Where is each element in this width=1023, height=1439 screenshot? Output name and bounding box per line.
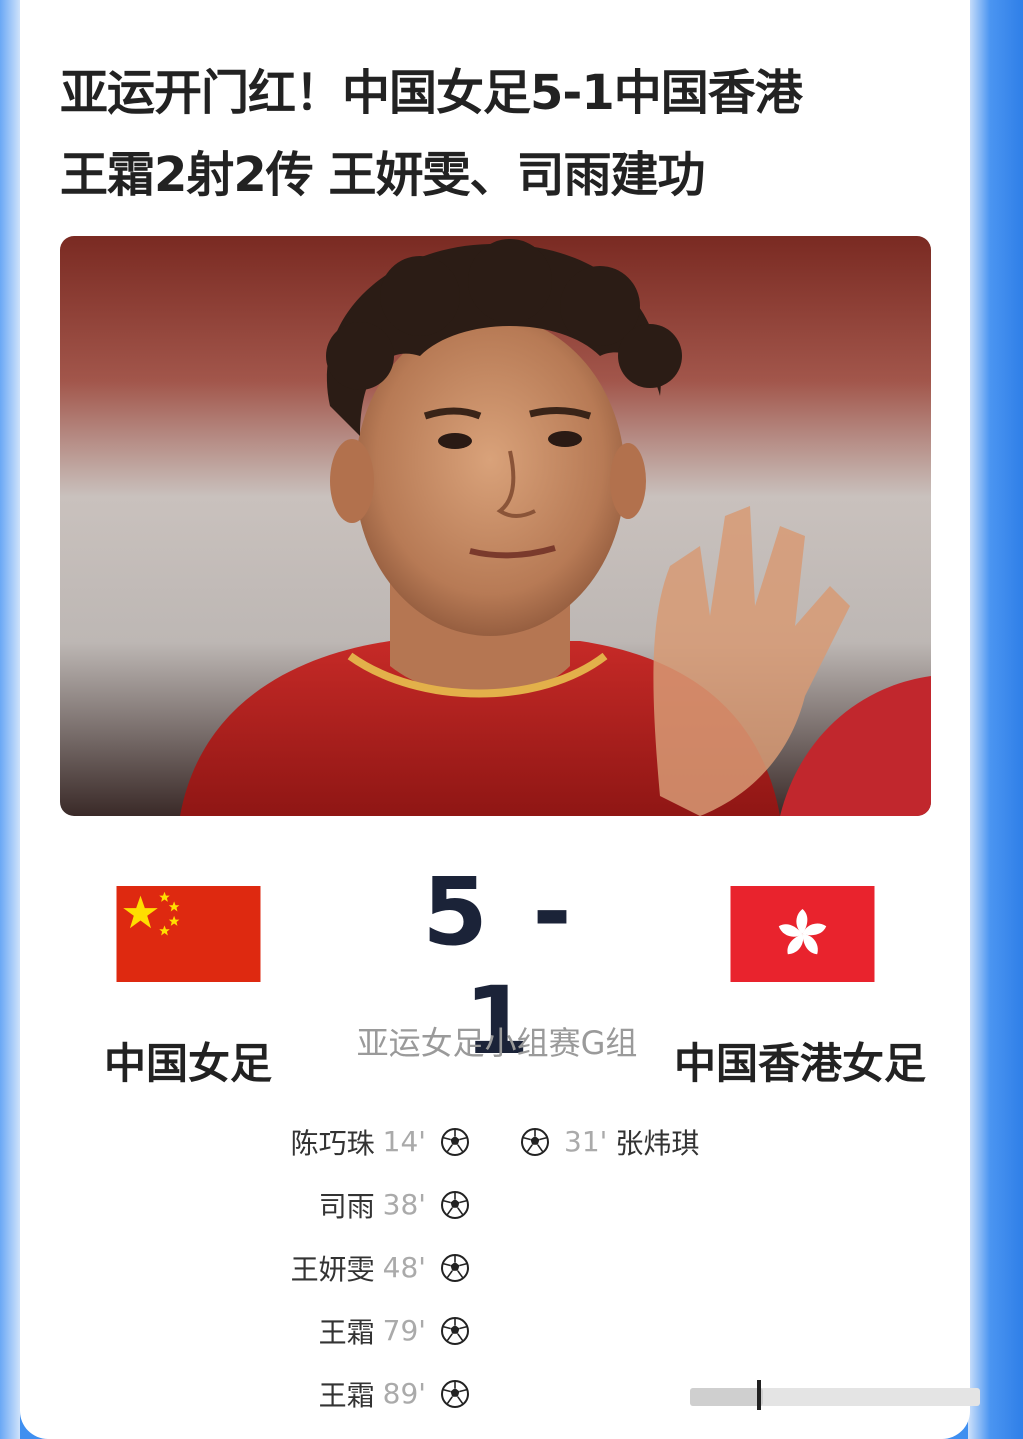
away-team-name[interactable]: 中国香港女足 — [674, 1030, 926, 1091]
video-progress-bar[interactable] — [690, 1388, 980, 1406]
goal-scorer: 张炜琪 — [615, 1126, 700, 1160]
soccer-ball-icon — [440, 1190, 470, 1220]
goal-minute: 48' — [382, 1251, 426, 1284]
soccer-ball-icon — [440, 1379, 470, 1409]
title-line-1: 亚运开门红！中国女足5-1中国香港 — [60, 65, 803, 121]
home-team-name[interactable]: 中国女足 — [104, 1030, 272, 1091]
goal-scorer: 王妍雯 — [290, 1252, 375, 1286]
left-background-edge — [0, 0, 20, 1439]
goal-minute: 14' — [382, 1125, 426, 1158]
goal-scorer: 王霜 — [318, 1315, 375, 1349]
china-flag-icon — [116, 886, 261, 982]
article-title[interactable]: 亚运开门红！中国女足5-1中国香港 王霜2射2传 王妍雯、司雨建功 — [60, 52, 920, 216]
match-card: 亚运开门红！中国女足5-1中国香港 王霜2射2传 王妍雯、司雨建功 5 - 1 … — [20, 0, 970, 1439]
away-goals-list: 31' 张炜琪 — [520, 1110, 820, 1173]
soccer-ball-icon — [440, 1127, 470, 1157]
title-line-2: 王霜2射2传 王妍雯、司雨建功 — [60, 147, 706, 203]
progress-fill — [690, 1388, 763, 1406]
goal-minute: 89' — [382, 1377, 426, 1410]
goal-row: 王妍雯 48' — [170, 1236, 470, 1299]
home-goals-list: 陈巧珠 14' 司雨 38' 王妍雯 48' 王霜 79' 王霜 89' — [170, 1110, 470, 1425]
progress-handle[interactable] — [757, 1380, 761, 1410]
player-photo[interactable] — [60, 236, 931, 816]
goal-row: 王霜 79' — [170, 1299, 470, 1362]
goal-scorer: 陈巧珠 — [290, 1126, 375, 1160]
hong-kong-flag-icon — [730, 886, 875, 982]
goal-minute: 79' — [382, 1314, 426, 1347]
goal-scorer: 王霜 — [318, 1378, 375, 1412]
goal-row: 王霜 89' — [170, 1362, 470, 1425]
goal-row: 司雨 38' — [170, 1173, 470, 1236]
goal-row: 陈巧珠 14' — [170, 1110, 470, 1173]
goal-minute: 31' — [564, 1125, 608, 1158]
goal-row: 31' 张炜琪 — [520, 1110, 820, 1173]
goal-minute: 38' — [382, 1188, 426, 1221]
competition-label: 亚运女足小组赛G组 — [356, 1024, 638, 1062]
goal-scorer: 司雨 — [318, 1189, 375, 1223]
soccer-ball-icon — [520, 1127, 550, 1157]
soccer-ball-icon — [440, 1316, 470, 1346]
right-background-edge — [968, 0, 1023, 1439]
soccer-ball-icon — [440, 1253, 470, 1283]
